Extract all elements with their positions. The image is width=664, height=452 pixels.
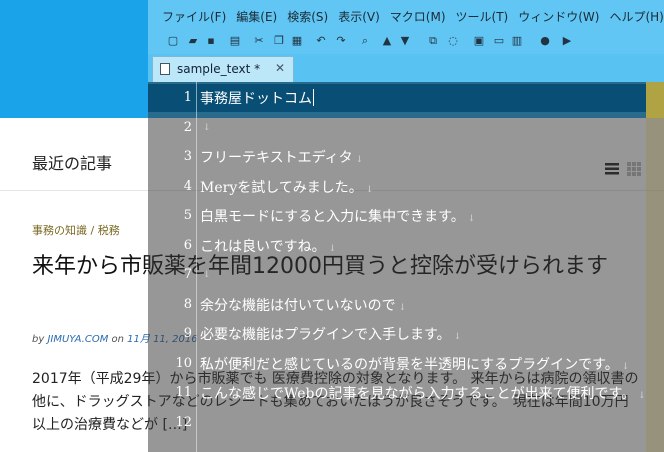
line-number: 3 [183, 149, 192, 164]
eol-mark: ↓ [621, 361, 630, 372]
line-number: 2 [183, 119, 192, 135]
menu-item[interactable]: 検索(S) [287, 10, 328, 24]
paste-icon[interactable]: ▦ [290, 34, 304, 48]
line-text: 白黒モードにすると入力に集中できます。 ↓ [200, 209, 476, 225]
line-text: ↓ [200, 118, 211, 134]
find-icon[interactable]: ⌕ [358, 34, 372, 48]
toolbar: ▢ ▰ ▪ ▤ ✂ ❐ ▦ ↶ ↷ ⌕ ▲ ▼ ⧉ ◌ ▣ ▭ ▥ ● ▶ [148, 30, 664, 54]
view3-icon[interactable]: ▥ [510, 34, 524, 48]
editor-line[interactable]: 6 これは良いですね。 ↓ [148, 232, 646, 261]
line-number: 11 [175, 385, 192, 400]
meta-prefix: by [32, 334, 45, 345]
view1-icon[interactable]: ▣ [472, 34, 486, 48]
menu-bar: ファイル(F) 編集(E) 検索(S) 表示(V) マクロ(M) ツール(T) ウィンドウ(… [148, 0, 664, 30]
line-text: 必要な機能はプラグインで入手します。 ↓ [200, 327, 462, 343]
editor-line[interactable]: 3 フリーテキストエディタ ↓ [148, 143, 646, 172]
line-text: フリーテキストエディタ ↓ [200, 150, 364, 166]
up-icon[interactable]: ▲ [380, 34, 394, 48]
recent-posts-heading: 最近の記事 [32, 154, 113, 173]
line-number: 4 [183, 178, 192, 194]
eol-mark: ↓ [365, 184, 374, 195]
line-text: こんな感じでWebの記事を見ながら入力することが出来て便利です。 ↓ [200, 386, 646, 402]
eol-mark: ↓ [203, 122, 211, 133]
document-icon [160, 63, 170, 75]
line-text: Meryを試してみました。 ↓ [200, 179, 374, 196]
eol-mark: ↓ [203, 270, 211, 280]
menu-item[interactable]: マクロ(M) [390, 10, 446, 24]
scrollbar-thumb[interactable] [646, 82, 664, 118]
record-icon[interactable]: ● [538, 34, 552, 48]
line-number: 9 [183, 326, 192, 341]
clear-icon[interactable]: ◌ [446, 34, 460, 48]
save-icon[interactable]: ▪ [204, 34, 218, 48]
eol-mark: ↓ [328, 243, 337, 254]
line-number: 8 [183, 296, 192, 312]
line-number: 6 [183, 237, 192, 253]
editor-line[interactable]: 5 白黒モードにすると入力に集中できます。 ↓ [148, 202, 646, 231]
menu-item[interactable]: ツール(T) [456, 10, 509, 24]
line-number: 7 [183, 267, 192, 282]
menu-item[interactable]: ヘルプ(H) [609, 10, 663, 24]
menu-items: ファイル(F) 編集(E) 検索(S) 表示(V) マクロ(M) ツール(T) ウィンドウ(… [162, 8, 664, 25]
line-number: 10 [175, 355, 192, 371]
text-cursor [313, 89, 314, 106]
play-icon[interactable]: ▶ [560, 34, 574, 48]
eol-mark: ↓ [638, 391, 646, 401]
line-text: 事務屋ドットコム [200, 89, 314, 107]
editor-line[interactable]: 2 ↓ [148, 114, 646, 143]
line-text: これは良いですね。 ↓ [200, 238, 337, 255]
editor-line[interactable]: 9 必要な機能はプラグインで入手します。 ↓ [148, 320, 646, 349]
copy-icon[interactable]: ❐ [272, 34, 286, 48]
meta-author[interactable]: JIMUYA.COM [47, 334, 108, 345]
eol-mark: ↓ [453, 332, 462, 342]
line-text: 余分な機能は付いていないので ↓ [200, 297, 407, 314]
view2-icon[interactable]: ▭ [492, 34, 506, 48]
cut-icon[interactable]: ✂ [252, 34, 266, 48]
eol-mark: ↓ [355, 155, 364, 165]
editor-line[interactable]: 12 [148, 409, 646, 438]
undo-icon[interactable]: ↶ [314, 34, 328, 48]
close-tab-icon[interactable]: ✕ [275, 61, 285, 75]
line-number: 1 [183, 90, 192, 105]
meta-mid: on [111, 334, 124, 345]
post-category[interactable]: 事務の知識 / 税務 [32, 222, 120, 238]
editor-line[interactable]: 1 事務屋ドットコム [148, 84, 646, 113]
replace-icon[interactable]: ⧉ [426, 34, 440, 48]
menu-item[interactable]: ファイル(F) [162, 10, 226, 24]
menu-item[interactable]: 編集(E) [236, 10, 277, 24]
eol-mark: ↓ [398, 302, 407, 313]
editor-line[interactable]: 10 私が便利だと感じているのが背景を半透明にするプラグインです。 ↓ [148, 350, 646, 379]
line-number: 12 [175, 414, 192, 430]
menu-item[interactable]: ウィンドウ(W) [518, 10, 599, 24]
down-icon[interactable]: ▼ [398, 34, 412, 48]
line-text: 私が便利だと感じているのが背景を半透明にするプラグインです。 ↓ [200, 356, 630, 373]
menu-item[interactable]: 表示(V) [338, 10, 380, 24]
editor-line[interactable]: 11 こんな感じでWebの記事を見ながら入力することが出来て便利です。 ↓ [148, 379, 646, 408]
editor-line[interactable]: 8 余分な機能は付いていないので ↓ [148, 291, 646, 320]
line-text: ↓ [200, 265, 211, 281]
open-icon[interactable]: ▰ [186, 34, 200, 48]
print-icon[interactable]: ▤ [228, 34, 242, 48]
editor-line[interactable]: 7 ↓ [148, 261, 646, 290]
tab-bar: sample_text * ✕ [148, 54, 664, 82]
editor-line[interactable]: 4 Meryを試してみました。 ↓ [148, 173, 646, 202]
tab-sample-text[interactable]: sample_text * ✕ [152, 56, 294, 82]
new-icon[interactable]: ▢ [166, 34, 180, 48]
text-editor-window[interactable]: ファイル(F) 編集(E) 検索(S) 表示(V) マクロ(M) ツール(T) ウィンドウ(… [148, 0, 664, 452]
eol-mark: ↓ [467, 214, 476, 224]
line-number: 5 [183, 208, 192, 223]
tab-label: sample_text * [177, 62, 261, 76]
redo-icon[interactable]: ↷ [334, 34, 348, 48]
vertical-scrollbar[interactable] [646, 82, 664, 452]
